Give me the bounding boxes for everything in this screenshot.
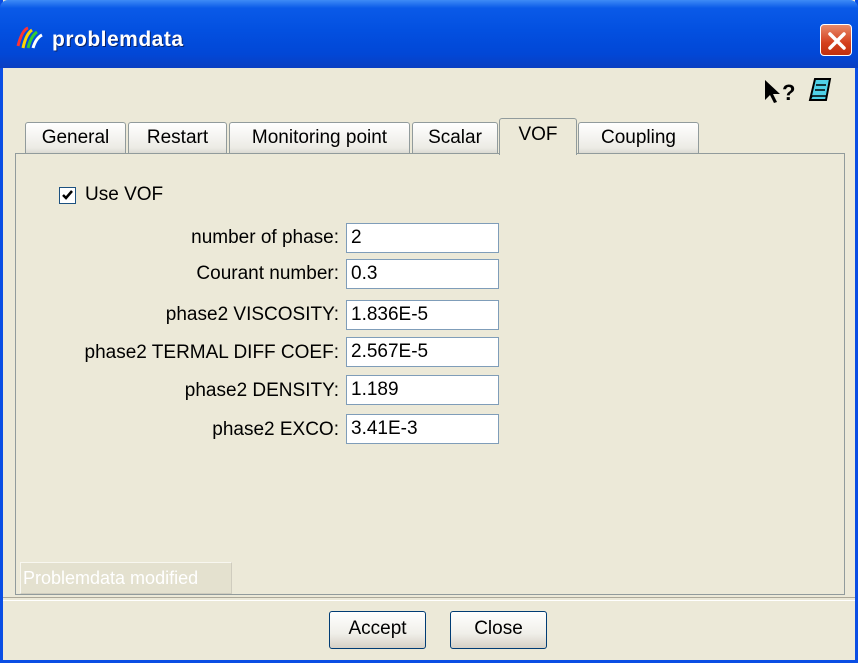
- help-glyph: ?: [782, 80, 795, 105]
- phase2-density-label: phase2 DENSITY:: [184, 380, 339, 401]
- whats-this-icon[interactable]: ?: [763, 76, 803, 111]
- number-of-phase-input[interactable]: 2: [346, 223, 499, 253]
- close-button-label: Close: [474, 618, 523, 639]
- phase2-viscosity-label: phase2 VISCOSITY:: [165, 304, 339, 325]
- tab-bar: General Restart Monitoring point Scalar …: [15, 118, 845, 155]
- tab-coupling[interactable]: Coupling: [578, 122, 699, 154]
- phase2-viscosity-input[interactable]: 1.836E-5: [346, 300, 499, 330]
- checkmark-icon: [62, 190, 73, 200]
- use-vof-checkbox[interactable]: [59, 187, 76, 204]
- notepad-icon[interactable]: [807, 76, 833, 109]
- accept-button[interactable]: Accept: [329, 611, 426, 649]
- accept-button-label: Accept: [348, 618, 407, 639]
- use-vof-label: Use VOF: [85, 184, 164, 205]
- divider: [3, 597, 855, 601]
- status-message: Problemdata modified: [20, 562, 232, 594]
- close-icon: [828, 32, 846, 50]
- courant-number-label: Courant number:: [196, 263, 339, 284]
- tab-restart[interactable]: Restart: [128, 122, 227, 154]
- problemdata-window: problemdata ? General Restart Monitoring…: [0, 0, 858, 663]
- window-title: problemdata: [52, 28, 184, 51]
- phase2-exco-input[interactable]: 3.41E-3: [346, 414, 499, 444]
- vof-panel: [15, 153, 845, 595]
- close-window-button[interactable]: [820, 24, 852, 56]
- close-button[interactable]: Close: [450, 611, 547, 649]
- number-of-phase-label: number of phase:: [191, 227, 339, 248]
- tab-scalar[interactable]: Scalar: [412, 122, 498, 154]
- phase2-exco-label: phase2 EXCO:: [212, 419, 339, 440]
- tab-monitoring-point[interactable]: Monitoring point: [229, 122, 410, 154]
- courant-number-input[interactable]: 0.3: [346, 259, 499, 289]
- app-icon: [16, 26, 46, 50]
- tab-vof[interactable]: VOF: [499, 118, 577, 155]
- phase2-termal-diff-coef-input[interactable]: 2.567E-5: [346, 337, 499, 367]
- title-bar[interactable]: problemdata: [0, 0, 858, 68]
- tab-general[interactable]: General: [25, 122, 126, 154]
- toolbar: ?: [763, 76, 843, 106]
- phase2-density-input[interactable]: 1.189: [346, 375, 499, 405]
- phase2-termal-diff-coef-label: phase2 TERMAL DIFF COEF:: [84, 342, 339, 363]
